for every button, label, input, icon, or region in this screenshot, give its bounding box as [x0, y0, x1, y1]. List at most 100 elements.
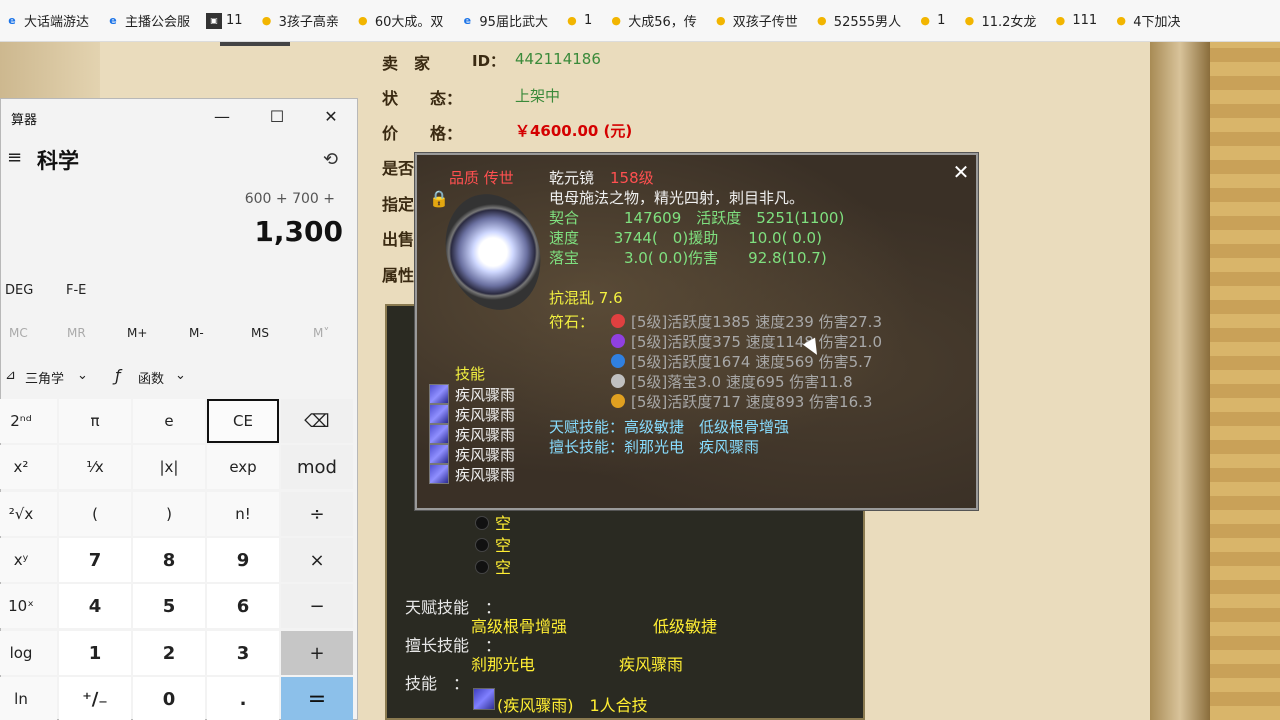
calc-key[interactable]: 8 — [133, 538, 205, 582]
bookmark-item[interactable]: ● 4下加决 — [1113, 11, 1180, 30]
frame-right-decoration — [1150, 42, 1210, 720]
calc-key[interactable]: 1 — [59, 631, 131, 675]
seller-label: 卖 家 — [382, 54, 431, 73]
memory-button[interactable]: MR — [67, 326, 86, 340]
skill-icon — [429, 404, 449, 424]
calc-key[interactable]: e — [133, 399, 205, 443]
rune-line-2: [5级]活跃度375 速度1148 伤害21.0 — [631, 333, 882, 351]
calc-key[interactable]: log — [0, 631, 57, 675]
maximize-button[interactable]: ☐ — [262, 107, 292, 126]
calc-key[interactable]: − — [281, 584, 353, 628]
bookmark-label: 52555男人 — [833, 15, 902, 30]
calc-key[interactable]: ) — [133, 492, 205, 536]
price-value: ￥4600.00 (元) — [515, 122, 633, 140]
calc-key[interactable]: ÷ — [281, 492, 353, 536]
calc-key[interactable]: 5 — [133, 584, 205, 628]
fe-button[interactable]: F-E — [66, 283, 86, 298]
calc-key[interactable]: 7 — [59, 538, 131, 582]
calc-key[interactable]: 0 — [133, 677, 205, 720]
close-icon[interactable]: ✕ — [950, 161, 972, 183]
bookmark-item[interactable]: e 大话端游达 — [4, 11, 89, 30]
memory-button[interactable]: M˅ — [313, 326, 329, 340]
trig-icon: ⊿ — [5, 368, 16, 383]
status-value: 上架中 — [515, 87, 561, 105]
bookmark-item[interactable]: ● 52555男人 — [814, 11, 901, 30]
calc-key[interactable]: = — [281, 677, 353, 720]
calc-key[interactable]: π — [59, 399, 131, 443]
function-dropdown[interactable]: 函数 — [138, 368, 164, 387]
memory-button[interactable]: MS — [251, 326, 269, 340]
calc-key[interactable]: + — [281, 631, 353, 675]
calc-key[interactable]: CE — [207, 399, 279, 443]
calc-key[interactable]: ⁺∕₋ — [59, 677, 131, 720]
calc-key[interactable]: 2 — [133, 631, 205, 675]
calc-key[interactable]: × — [281, 538, 353, 582]
bookmark-item[interactable]: ● 1 — [564, 13, 592, 29]
bookmark-item[interactable]: ● 3孩子高亲 — [259, 11, 339, 30]
calc-key[interactable]: xʸ — [0, 538, 57, 582]
bookmark-label: 11.2女龙 — [981, 15, 1037, 30]
calc-key[interactable]: ln — [0, 677, 57, 720]
item-tooltip: 🔒 品质 传世 乾元镜 158级 电母施法之物，精光四射，刺目非凡。 契合 14… — [415, 153, 978, 510]
bookmark-item[interactable]: ● 11.2女龙 — [961, 11, 1037, 30]
menu-icon[interactable]: ≡ — [7, 147, 22, 168]
skill-icon[interactable] — [473, 688, 495, 710]
talent-line: 天赋技能：高级敏捷 低级根骨增强 — [549, 418, 790, 436]
calc-key[interactable]: 9 — [207, 538, 279, 582]
bookmark-item[interactable]: e 主播公会服 — [105, 11, 190, 30]
bookmark-item[interactable]: ● 大成56，传 — [608, 11, 696, 30]
skill-5: 疾风骤雨 — [455, 466, 516, 484]
calculator-mode: 科学 — [37, 149, 79, 173]
memory-button[interactable]: M- — [189, 326, 204, 340]
skills-label: 技能 ： — [405, 674, 470, 693]
bookmark-item[interactable]: ● 1 — [917, 13, 945, 29]
calc-key[interactable]: exp — [207, 445, 279, 489]
bookmark-label: 主播公会服 — [125, 15, 191, 30]
item-name: 乾元镜 — [549, 169, 595, 187]
calc-key[interactable]: ²√x — [0, 492, 57, 536]
calc-key[interactable]: n! — [207, 492, 279, 536]
stat-line-2: 速度 3744( 0)援助 10.0( 0.0) — [549, 229, 822, 247]
close-button[interactable]: ✕ — [316, 107, 346, 126]
bookmark-item[interactable]: ● 双孩子传世 — [713, 11, 798, 30]
calc-key[interactable]: 10ˣ — [0, 584, 57, 628]
row6-label: 出售 — [382, 230, 415, 249]
bookmark-item[interactable]: ● 60大成。双 — [355, 11, 443, 30]
calc-key[interactable]: ¹⁄x — [59, 445, 131, 489]
calc-key[interactable]: 6 — [207, 584, 279, 628]
calc-key[interactable]: 3 — [207, 631, 279, 675]
trig-dropdown[interactable]: 三角学 — [25, 368, 64, 387]
bookmark-item[interactable]: ● 111 — [1052, 13, 1098, 29]
bookmark-item[interactable]: e 95届比武大 — [459, 11, 548, 30]
calc-key[interactable]: x² — [0, 445, 57, 489]
calc-key[interactable]: ( — [59, 492, 131, 536]
rune-icon-blue — [611, 354, 625, 368]
memory-button[interactable]: M+ — [127, 326, 147, 340]
rune-line-1: [5级]活跃度1385 速度239 伤害27.3 — [631, 313, 882, 331]
bookmarks-bar: e 大话端游达 e 主播公会服 ▣ 11 ● 3孩子高亲 ● 60大成。双 e 95届比武大 ● 1 ● 大成… — [0, 0, 1280, 42]
calc-key[interactable]: mod — [281, 445, 353, 489]
minimize-button[interactable]: — — [207, 107, 237, 126]
calculator-window: 算器 — ☐ ✕ ≡ 科学 ⟲ 600 + 700 + 1,300 DEG F-… — [0, 98, 358, 720]
chick-icon: ● — [715, 14, 726, 27]
skills-title: 技能 — [455, 365, 486, 383]
rune-icon-gold — [611, 394, 625, 408]
calc-key[interactable]: 4 — [59, 584, 131, 628]
chick-icon: ● — [964, 14, 975, 27]
bookmark-item[interactable]: ▣ 11 — [206, 12, 243, 29]
resist-stat: 抗混乱 7.6 — [549, 289, 623, 307]
calc-key[interactable]: . — [207, 677, 279, 720]
calc-key[interactable]: |x| — [133, 445, 205, 489]
calc-key[interactable]: ⌫ — [281, 399, 353, 443]
calc-key[interactable]: 2ⁿᵈ — [0, 399, 57, 443]
chick-icon: ● — [567, 14, 577, 27]
history-icon[interactable]: ⟲ — [323, 149, 338, 170]
rune-slot-3: 空 — [495, 558, 512, 577]
memory-button[interactable]: MC — [9, 326, 28, 340]
status-label: 状 态： — [382, 89, 463, 108]
bookmark-label: 双孩子传世 — [732, 15, 798, 30]
bookmark-label: 1 — [937, 13, 946, 28]
specialty-line: 擅长技能：刹那光电 疾风骤雨 — [549, 438, 760, 456]
lock-icon: 🔒 — [429, 189, 449, 208]
angle-unit-button[interactable]: DEG — [5, 283, 33, 298]
